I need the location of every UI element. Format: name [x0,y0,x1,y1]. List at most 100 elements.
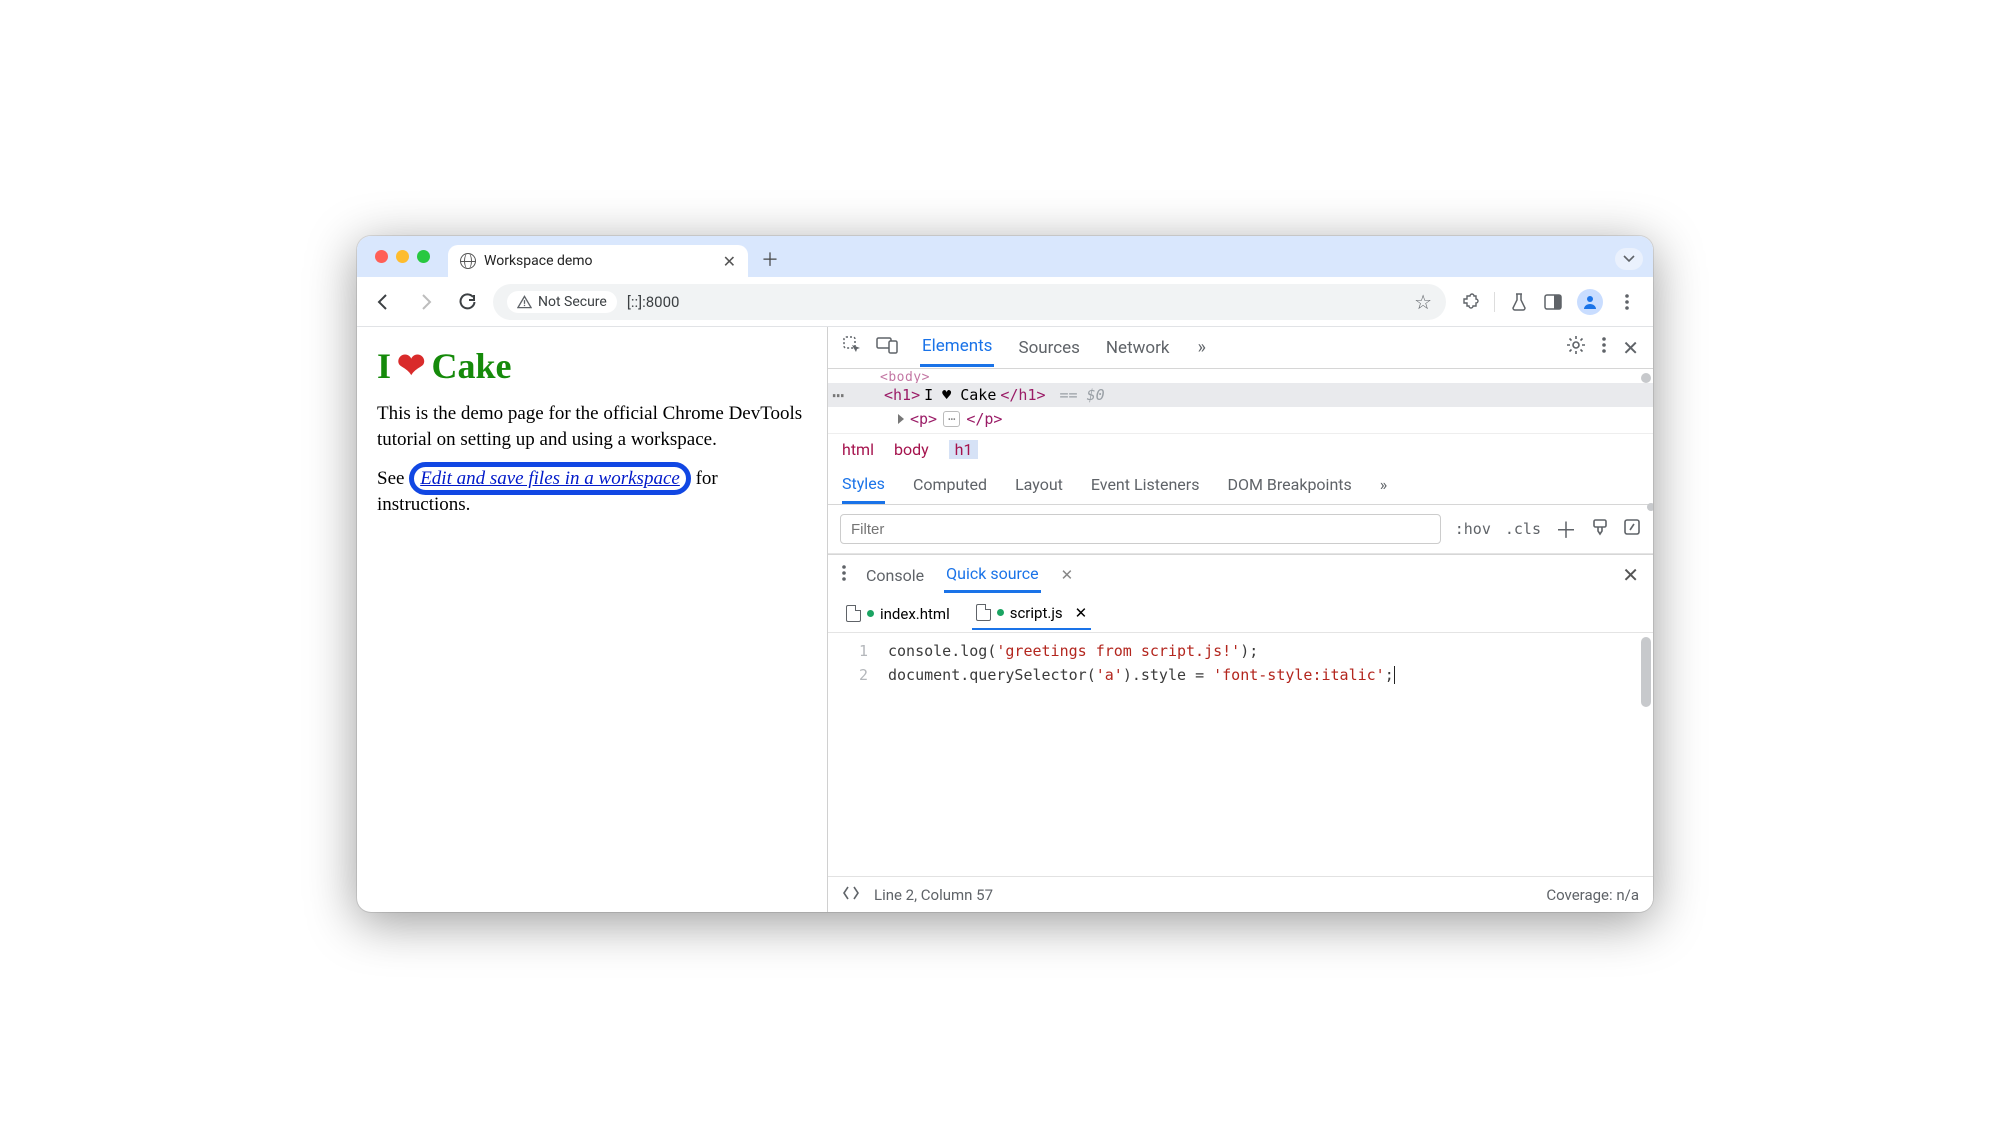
tab-search-button[interactable] [1615,248,1643,270]
rendered-page: I ❤ Cake This is the demo page for the o… [357,327,827,912]
p-close: </p> [966,410,1002,428]
h1-element-row[interactable]: ⋯ <h1>I ♥ Cake</h1> == $0 [828,383,1653,407]
file-tab-label: script.js [1010,604,1063,622]
labs-icon[interactable] [1509,292,1529,312]
new-tab-button[interactable]: ＋ [756,245,784,273]
close-file-icon[interactable]: ✕ [1075,604,1088,622]
kebab-menu-icon[interactable] [1617,292,1637,312]
scrollbar-thumb[interactable] [1647,503,1653,511]
toolbar: Not Secure [::]:8000 ☆ [357,277,1653,327]
drawer: Console Quick source ✕ ✕ index.html scri… [828,554,1653,912]
page-paragraph-2: See Edit and save files in a workspace f… [377,466,807,517]
modified-dot-icon [997,609,1004,616]
heart-icon: ❤ [397,346,426,386]
tabs-overflow-icon[interactable]: » [1197,337,1205,358]
separator [1494,292,1495,312]
crumb-body[interactable]: body [894,440,929,459]
device-toolbar-icon[interactable] [876,336,898,359]
format-icon[interactable] [842,886,860,904]
drawer-tab-quick-source[interactable]: Quick source [944,557,1041,593]
file-tab-label: index.html [880,605,950,623]
subtabs-overflow-icon[interactable]: » [1380,475,1388,494]
gear-icon[interactable] [1566,335,1586,360]
window-traffic-lights [375,250,430,263]
tab-strip: Workspace demo ✕ ＋ [357,236,1653,277]
collapsed-ellipsis[interactable]: ⋯ [943,411,960,427]
crumb-html[interactable]: html [842,440,874,459]
scrollbar-thumb[interactable] [1641,637,1651,707]
source-editor[interactable]: 12 console.log('greetings from script.js… [828,633,1653,876]
tab-elements[interactable]: Elements [920,328,994,367]
warning-icon [517,295,532,309]
h1-open: <h1> [884,386,920,404]
close-drawer-icon[interactable]: ✕ [1622,563,1639,587]
close-window-icon[interactable] [375,250,388,263]
new-style-rule-icon[interactable]: ＋ [1555,513,1577,545]
editor-statusbar: Line 2, Column 57 Coverage: n/a [828,876,1653,912]
computed-panel-icon[interactable] [1623,518,1641,540]
styles-filter-input[interactable] [840,514,1441,544]
bookmark-icon[interactable]: ☆ [1414,290,1432,314]
heading-cake: Cake [432,345,512,387]
drawer-kebab-icon[interactable] [842,565,846,585]
close-devtools-icon[interactable]: ✕ [1622,336,1639,360]
devtools-panel: Elements Sources Network » ✕ <body> [827,327,1653,912]
subtab-layout[interactable]: Layout [1015,475,1063,494]
scrollbar-thumb[interactable] [1641,373,1651,383]
globe-icon [460,253,476,269]
close-tab-icon[interactable]: ✕ [723,252,736,271]
address-bar[interactable]: Not Secure [::]:8000 ☆ [493,284,1446,320]
extensions-icon[interactable] [1460,292,1480,312]
file-tabs: index.html script.js ✕ [828,595,1653,633]
dollar-zero: == $0 [1060,386,1105,404]
subtab-computed[interactable]: Computed [913,475,987,494]
tab-network[interactable]: Network [1104,330,1172,366]
drawer-tab-console[interactable]: Console [866,566,924,585]
body-open-row[interactable]: <body> [828,371,1653,383]
side-panel-icon[interactable] [1543,292,1563,312]
elements-tree: <body> ⋯ <h1>I ♥ Cake</h1> == $0 <p> ⋯ <… [828,369,1653,433]
tab-title: Workspace demo [484,253,593,269]
forward-button[interactable] [409,285,443,319]
devtools-kebab-icon[interactable] [1602,337,1606,358]
maximize-window-icon[interactable] [417,250,430,263]
subtab-dom-breakpoints[interactable]: DOM Breakpoints [1227,475,1351,494]
cursor-position: Line 2, Column 57 [874,886,993,904]
devtools-tabstrip: Elements Sources Network » ✕ [828,327,1653,369]
close-quick-source-icon[interactable]: ✕ [1061,566,1074,584]
url-text: [::]:8000 [627,293,680,311]
p-open: <p> [910,410,937,428]
paint-brush-icon[interactable] [1591,518,1609,540]
coverage-status: Coverage: n/a [1546,886,1639,904]
tab-sources[interactable]: Sources [1016,330,1081,366]
expand-triangle-icon[interactable] [898,414,904,424]
minimize-window-icon[interactable] [396,250,409,263]
reload-button[interactable] [451,285,485,319]
cls-toggle[interactable]: .cls [1505,520,1541,538]
file-tab-index[interactable]: index.html [842,599,954,629]
subtab-event-listeners[interactable]: Event Listeners [1091,475,1200,494]
extension-icons [1454,289,1643,315]
h1-text: I ♥ Cake [924,386,996,404]
security-chip[interactable]: Not Secure [507,291,617,313]
line-gutter: 12 [828,633,882,876]
code-area[interactable]: console.log('greetings from script.js!')… [882,633,1395,876]
subtab-styles[interactable]: Styles [842,466,885,504]
p-element-row[interactable]: <p> ⋯ </p> [828,407,1653,431]
profile-avatar[interactable] [1577,289,1603,315]
heading-i: I [377,345,391,387]
hov-toggle[interactable]: :hov [1455,520,1491,538]
file-tab-script[interactable]: script.js ✕ [972,598,1092,630]
file-icon [846,605,861,622]
back-button[interactable] [367,285,401,319]
modified-dot-icon [867,610,874,617]
security-label: Not Secure [538,294,607,310]
crumb-h1[interactable]: h1 [949,440,979,459]
browser-window: Workspace demo ✕ ＋ Not Secure [::]:8000 … [357,236,1653,912]
page-paragraph-1: This is the demo page for the official C… [377,401,807,452]
workspace-tutorial-link[interactable]: Edit and save files in a workspace [409,462,691,495]
devtools-toolbar-icons [842,335,898,360]
dots-icon[interactable]: ⋯ [832,383,844,407]
browser-tab[interactable]: Workspace demo ✕ [448,245,748,277]
inspect-icon[interactable] [842,335,862,360]
